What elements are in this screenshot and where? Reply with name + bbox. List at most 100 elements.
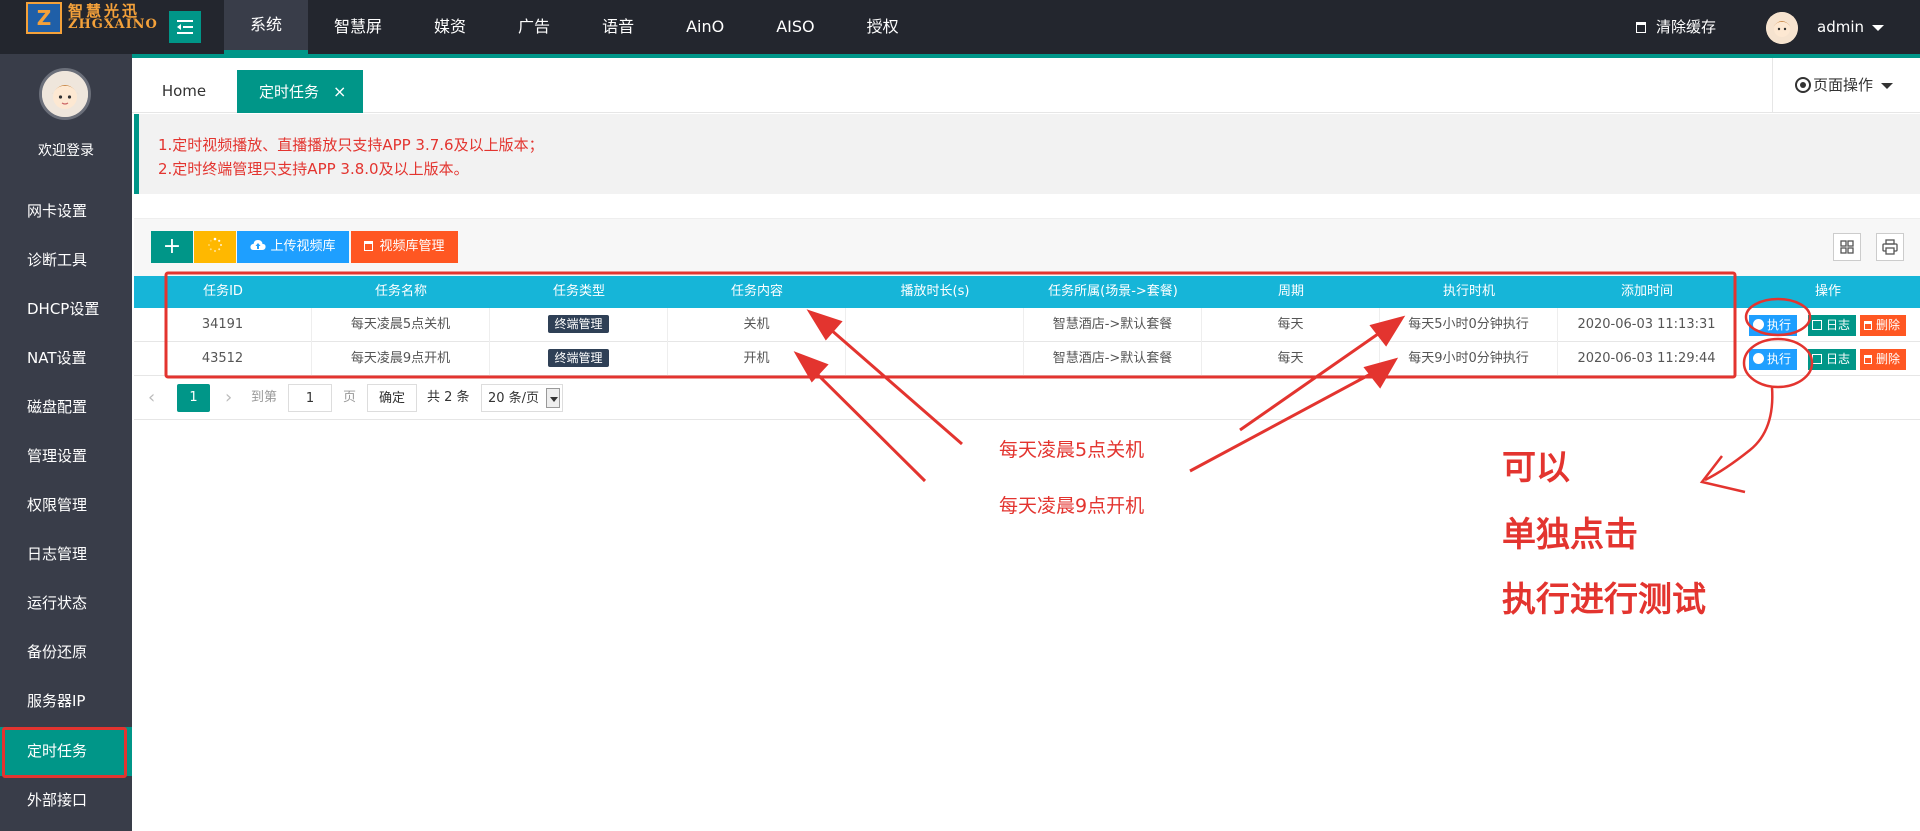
video-library-button[interactable]: 视频库管理 bbox=[351, 231, 458, 263]
menu-icon bbox=[177, 20, 193, 34]
page-unit-label: 页 bbox=[343, 390, 357, 405]
cell-type: 终端管理 bbox=[490, 308, 668, 342]
column-header-id[interactable]: 任务ID bbox=[134, 276, 312, 308]
tab-label: 定时任务 bbox=[259, 83, 320, 101]
cell-scope: 智慧酒店->默认套餐 bbox=[1024, 342, 1202, 376]
nav-item-aino[interactable]: AinO bbox=[660, 0, 750, 54]
tab-home[interactable]: Home bbox=[132, 70, 236, 113]
page-size-select[interactable]: 20 条/页 bbox=[481, 384, 563, 412]
column-header-added[interactable]: 添加时间 bbox=[1558, 276, 1736, 308]
trash-icon bbox=[1864, 355, 1872, 364]
nav-item-aiso[interactable]: AISO bbox=[750, 0, 840, 54]
print-icon bbox=[1882, 239, 1898, 255]
notice-line-1: 1.定时视频播放、直播播放只支持APP 3.7.6及以上版本； bbox=[158, 136, 544, 154]
cell-cycle: 每天 bbox=[1202, 308, 1380, 342]
sidebar-item-diagnostics[interactable]: 诊断工具 bbox=[0, 236, 132, 285]
sidebar-avatar bbox=[39, 68, 91, 120]
nav-item-media[interactable]: 媒资 bbox=[408, 0, 492, 54]
list-icon bbox=[1812, 354, 1822, 364]
delete-button[interactable]: 删除 bbox=[1860, 349, 1907, 370]
loading-icon bbox=[208, 237, 222, 252]
sidebar-item-logs[interactable]: 日志管理 bbox=[0, 530, 132, 579]
annotation-big-line-2: 单独点击 bbox=[1502, 515, 1638, 555]
log-button[interactable]: 日志 bbox=[1808, 315, 1857, 336]
page-jump-input[interactable]: 1 bbox=[288, 384, 332, 412]
cell-scope: 智慧酒店->默认套餐 bbox=[1024, 308, 1202, 342]
execute-label: 执行 bbox=[1767, 352, 1792, 366]
column-header-type[interactable]: 任务类型 bbox=[490, 276, 668, 308]
type-badge: 终端管理 bbox=[548, 349, 609, 367]
trash-icon bbox=[364, 241, 374, 251]
column-header-content[interactable]: 任务内容 bbox=[668, 276, 846, 308]
nav-item-voice[interactable]: 语音 bbox=[576, 0, 660, 54]
next-page-button[interactable]: › bbox=[225, 384, 232, 412]
upload-video-button[interactable]: 上传视频库 bbox=[237, 231, 349, 263]
delete-button[interactable]: 删除 bbox=[1860, 315, 1907, 336]
sidebar-item-dhcp[interactable]: DHCP设置 bbox=[0, 285, 132, 334]
annotation-highlight-sidebar bbox=[2, 727, 127, 778]
page-operations-menu[interactable]: 页面操作 bbox=[1772, 58, 1920, 113]
refresh-button[interactable] bbox=[194, 231, 236, 263]
close-icon[interactable]: × bbox=[333, 82, 346, 101]
sidebar-item-status[interactable]: 运行状态 bbox=[0, 579, 132, 628]
log-label: 日志 bbox=[1826, 352, 1851, 366]
sidebar-item-permissions[interactable]: 权限管理 bbox=[0, 481, 132, 530]
annotation-big-line-3: 执行进行测试 bbox=[1502, 580, 1706, 620]
tab-scheduled-tasks[interactable]: 定时任务 × bbox=[237, 70, 363, 113]
column-header-duration[interactable]: 播放时长(s) bbox=[846, 276, 1024, 308]
sidebar-item-server-ip[interactable]: 服务器IP bbox=[0, 677, 132, 726]
column-header-timing[interactable]: 执行时机 bbox=[1380, 276, 1558, 308]
menu-toggle-button[interactable] bbox=[169, 11, 201, 43]
goto-label: 到第 bbox=[251, 390, 278, 405]
execute-button[interactable]: 执行 bbox=[1749, 349, 1798, 370]
nav-item-smart-screen[interactable]: 智慧屏 bbox=[308, 0, 408, 54]
nav-item-ads[interactable]: 广告 bbox=[492, 0, 576, 54]
chevron-down-icon bbox=[546, 388, 560, 408]
upload-video-label: 上传视频库 bbox=[270, 239, 336, 254]
nav-item-system[interactable]: 系统 bbox=[224, 0, 309, 54]
page-size-value: 20 条/页 bbox=[488, 391, 540, 406]
sidebar-item-external-api[interactable]: 外部接口 bbox=[0, 776, 132, 825]
annotation-curve-arrowhead bbox=[1699, 455, 1746, 494]
page-jump-confirm-button[interactable]: 确定 bbox=[367, 384, 417, 412]
columns-filter-button[interactable] bbox=[1833, 233, 1861, 261]
total-count: 共 2 条 bbox=[427, 390, 470, 405]
column-header-name[interactable]: 任务名称 bbox=[312, 276, 490, 308]
cell-duration bbox=[846, 308, 1024, 342]
video-library-label: 视频库管理 bbox=[379, 239, 445, 254]
clear-cache-button[interactable]: 清除缓存 bbox=[1636, 0, 1716, 54]
print-button[interactable] bbox=[1876, 233, 1904, 261]
sidebar-item-backup[interactable]: 备份还原 bbox=[0, 628, 132, 677]
sidebar-item-nic[interactable]: 网卡设置 bbox=[0, 187, 132, 236]
add-button[interactable]: + bbox=[151, 231, 193, 263]
table-row[interactable]: 43512 每天凌晨9点开机 终端管理 开机 智慧酒店->默认套餐 每天 每天9… bbox=[134, 342, 1920, 376]
column-header-cycle[interactable]: 周期 bbox=[1202, 276, 1380, 308]
nav-item-license[interactable]: 授权 bbox=[841, 0, 925, 54]
page-operations-label: 页面操作 bbox=[1813, 76, 1874, 94]
cell-timing: 每天5小时0分钟执行 bbox=[1380, 308, 1558, 342]
page-number-current[interactable]: 1 bbox=[177, 384, 210, 412]
column-header-scope[interactable]: 任务所属(场景->套餐) bbox=[1024, 276, 1202, 308]
execute-button[interactable]: 执行 bbox=[1749, 315, 1798, 336]
cell-id: 43512 bbox=[134, 342, 312, 376]
sidebar-item-disk[interactable]: 磁盘配置 bbox=[0, 383, 132, 432]
sidebar-item-admin[interactable]: 管理设置 bbox=[0, 432, 132, 481]
cell-added: 2020-06-03 11:29:44 bbox=[1558, 342, 1736, 376]
chevron-down-icon bbox=[1872, 24, 1884, 31]
cloud-upload-icon bbox=[250, 240, 267, 250]
target-icon bbox=[1795, 77, 1811, 93]
cell-added: 2020-06-03 11:13:31 bbox=[1558, 308, 1736, 342]
cell-id: 34191 bbox=[134, 308, 312, 342]
log-button[interactable]: 日志 bbox=[1808, 349, 1857, 370]
compass-icon bbox=[1753, 353, 1764, 364]
cell-name: 每天凌晨5点关机 bbox=[312, 308, 490, 342]
prev-page-button[interactable]: ‹ bbox=[148, 384, 155, 412]
user-menu[interactable]: admin bbox=[1817, 0, 1884, 54]
tab-bar: Home 定时任务 × bbox=[132, 58, 1920, 113]
sidebar-item-nat[interactable]: NAT设置 bbox=[0, 334, 132, 383]
welcome-text: 欢迎登录 bbox=[38, 143, 94, 159]
logo[interactable]: Z 智慧光迅 ZHGXAINO bbox=[26, 0, 157, 36]
list-icon bbox=[1812, 320, 1822, 330]
user-avatar[interactable] bbox=[1766, 12, 1798, 44]
table-row[interactable]: 34191 每天凌晨5点关机 终端管理 关机 智慧酒店->默认套餐 每天 每天5… bbox=[134, 308, 1920, 342]
